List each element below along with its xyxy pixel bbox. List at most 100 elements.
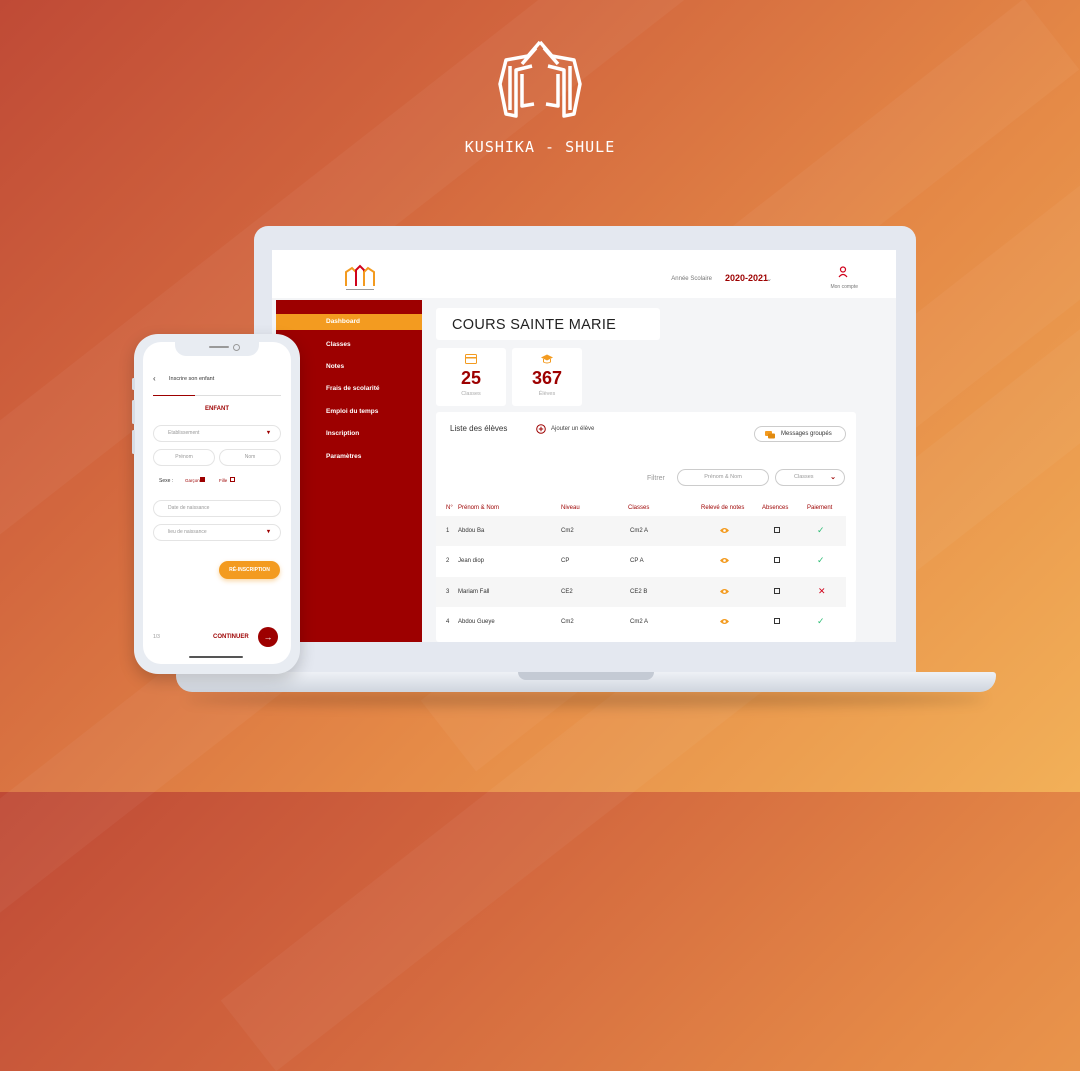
continue-label[interactable]: CONTINUER (213, 634, 249, 640)
absence-checkbox[interactable] (774, 527, 780, 533)
eye-icon[interactable] (720, 588, 729, 595)
student-name: Mariam Fall (458, 589, 490, 595)
student-class: CE2 B (630, 589, 648, 595)
brand-name: KUSHIKA - SHULE (464, 138, 616, 156)
table-row[interactable]: 2 Jean diop CP CP A ✓ (436, 546, 846, 576)
name-filter-input[interactable]: Prénom & Nom (677, 469, 769, 486)
phone-screen: ‹ Inscrire son enfant ENFANT Etablisseme… (143, 342, 291, 664)
phone-frame: ‹ Inscrire son enfant ENFANT Etablisseme… (132, 334, 300, 674)
column-header-class[interactable]: Classes (628, 505, 649, 511)
user-icon[interactable] (838, 266, 848, 278)
stat-label: Élèves (538, 391, 556, 397)
row-number: 3 (446, 589, 450, 595)
phone-notch (175, 342, 259, 356)
table-row[interactable]: 4 Abdou Gueye Cm2 Cm2 A ✓ (436, 607, 846, 637)
school-name: COURS SAINTE MARIE (452, 317, 617, 333)
page-indicator: 1/3 (153, 634, 160, 640)
sex-label: Sexe : (159, 478, 174, 484)
reinscription-button[interactable]: RÉ-INSCRIPTION (219, 561, 280, 579)
absence-checkbox[interactable] (774, 557, 780, 563)
stat-value: 367 (531, 368, 563, 388)
eye-icon[interactable] (720, 618, 729, 625)
progress-fill (153, 395, 196, 396)
phone-side-button (132, 378, 135, 390)
sidebar-item-dashboard[interactable]: Dashboard (276, 314, 422, 330)
eye-icon[interactable] (720, 557, 729, 564)
student-class: CP A (630, 558, 644, 564)
phone-side-button (132, 430, 135, 454)
check-icon: ✓ (817, 555, 825, 565)
app-logo-icon[interactable] (342, 264, 378, 292)
stat-value: 25 (460, 368, 482, 388)
column-header-transcript[interactable]: Relevé de notes (701, 505, 744, 511)
girl-checkbox[interactable] (230, 477, 235, 482)
school-year-label: Année Scolaire (671, 276, 712, 282)
birthdate-placeholder: Date de naissance (168, 505, 210, 511)
table-row[interactable]: 1 Abdou Ba Cm2 Cm2 A ✓ (436, 516, 846, 546)
girl-label[interactable]: Fille (219, 478, 227, 483)
chat-icon (765, 431, 775, 439)
chevron-down-icon[interactable]: ⌄ (766, 275, 772, 283)
school-year-select[interactable]: 2020-2021 (725, 273, 768, 283)
group-messages-button[interactable]: Messages groupés (754, 426, 846, 442)
caret-down-icon: ▾ (266, 430, 270, 436)
laptop-shadow (186, 692, 986, 706)
laptop-notch (518, 672, 654, 680)
arrow-right-icon[interactable]: → (258, 627, 278, 647)
graduation-cap-icon (541, 354, 553, 364)
card-icon (465, 354, 477, 364)
student-level: Cm2 (561, 619, 574, 625)
add-circle-icon[interactable] (536, 424, 546, 434)
class-filter-select[interactable]: Classes ⌄ (775, 469, 845, 486)
student-level: CP (561, 558, 570, 564)
students-list-title: Liste des élèves (450, 424, 508, 433)
caret-down-icon: ▾ (266, 529, 270, 535)
student-name: Abdou Ba (458, 528, 485, 534)
student-name: Abdou Gueye (458, 619, 495, 625)
stat-label: Classes (461, 391, 481, 397)
establishment-placeholder: Etablissement (168, 430, 200, 436)
school-card: COURS SAINTE MARIE (436, 308, 660, 340)
birthdate-field[interactable]: Date de naissance (153, 500, 281, 517)
lastname-field[interactable]: Nom (219, 449, 281, 466)
student-level: Cm2 (561, 528, 574, 534)
row-number: 2 (446, 558, 450, 564)
phone-side-button (132, 400, 135, 424)
column-header-number[interactable]: N° (446, 505, 453, 511)
phone-title: Inscrire son enfant (169, 376, 215, 382)
table-row[interactable]: 3 Mariam Fall CE2 CE2 B ✕ (436, 577, 846, 607)
cross-icon: ✕ (818, 586, 826, 596)
row-number: 4 (446, 619, 450, 625)
home-indicator (189, 656, 243, 658)
section-title: ENFANT (205, 406, 229, 412)
birthplace-placeholder: lieu de naissance (168, 529, 207, 535)
student-class: Cm2 A (630, 619, 649, 625)
add-student-button[interactable]: Ajouter un élève (551, 426, 594, 432)
column-header-name[interactable]: Prénom & Nom (458, 505, 499, 511)
column-header-absences[interactable]: Absences (762, 505, 788, 511)
boy-checkbox[interactable] (200, 477, 205, 482)
row-number: 1 (446, 528, 450, 534)
stat-card-classes[interactable]: 25 Classes (436, 348, 506, 406)
brand-logo-icon (498, 40, 582, 118)
laptop-screen: Année Scolaire 2020-2021 ⌄ Mon compte Da… (272, 250, 896, 642)
absence-checkbox[interactable] (774, 588, 780, 594)
stat-card-students[interactable]: 367 Élèves (512, 348, 582, 406)
firstname-field[interactable]: Prénom (153, 449, 215, 466)
column-header-level[interactable]: Niveau (561, 505, 580, 511)
student-level: CE2 (561, 589, 573, 595)
column-header-payment[interactable]: Paiement (807, 505, 832, 511)
camera-icon (233, 344, 240, 351)
check-icon: ✓ (817, 616, 825, 626)
group-messages-label: Messages groupés (781, 431, 832, 437)
top-bar: Année Scolaire 2020-2021 ⌄ Mon compte (272, 250, 896, 298)
birthplace-select[interactable]: lieu de naissance ▾ (153, 524, 281, 541)
eye-icon[interactable] (720, 527, 729, 534)
account-label[interactable]: Mon compte (830, 284, 858, 290)
absence-checkbox[interactable] (774, 618, 780, 624)
boy-label[interactable]: Garçon (185, 478, 200, 483)
back-arrow-icon[interactable]: ‹ (153, 374, 156, 383)
establishment-select[interactable]: Etablissement ▾ (153, 425, 281, 442)
student-name: Jean diop (458, 558, 485, 564)
progress-bar (153, 395, 281, 396)
